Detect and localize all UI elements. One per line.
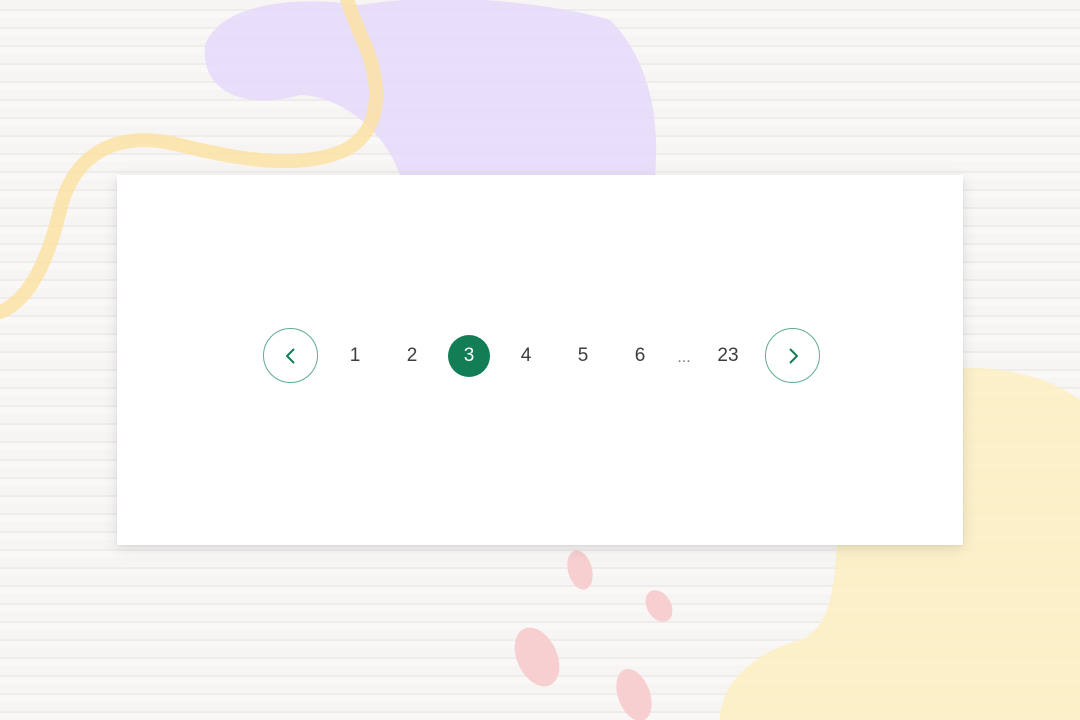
- previous-page-button[interactable]: [263, 328, 318, 383]
- chevron-left-icon: [285, 348, 294, 363]
- page-last[interactable]: 23: [707, 335, 749, 377]
- pink-petal: [514, 627, 560, 687]
- chevron-right-icon: [789, 348, 798, 363]
- pagination-ellipsis: ...: [677, 349, 691, 366]
- purple-blob: [204, 0, 657, 175]
- page-4[interactable]: 4: [505, 335, 547, 377]
- page-2[interactable]: 2: [391, 335, 433, 377]
- page-1[interactable]: 1: [334, 335, 376, 377]
- pink-petal: [645, 590, 673, 622]
- page-5[interactable]: 5: [562, 335, 604, 377]
- next-page-button[interactable]: [765, 328, 820, 383]
- pagination: 1 2 3 4 5 6 ... 23: [117, 175, 963, 545]
- page-6[interactable]: 6: [619, 335, 661, 377]
- pagination-card: 1 2 3 4 5 6 ... 23: [117, 175, 963, 545]
- pink-petal: [567, 550, 593, 590]
- page-3-current[interactable]: 3: [448, 335, 490, 377]
- pink-petal: [616, 669, 652, 720]
